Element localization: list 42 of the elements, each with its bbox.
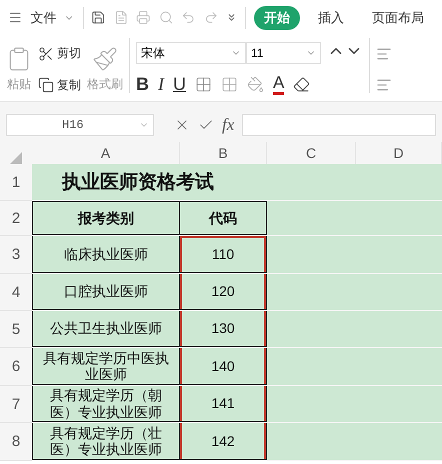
ribbon-tab[interactable]: 页面布局 [362, 6, 434, 30]
ribbon-tab[interactable]: 插入 [308, 6, 354, 30]
font-color-button[interactable]: A [273, 74, 284, 96]
bold-button[interactable]: B [136, 74, 149, 96]
table-cell: 110 [180, 236, 267, 273]
name-box[interactable]: H16 [6, 114, 154, 136]
document-icon[interactable] [114, 9, 128, 26]
align-icon[interactable] [376, 46, 392, 62]
eraser-icon[interactable] [293, 76, 310, 94]
table-cell: 具有规定学历中医执业医师 [32, 348, 180, 385]
cut-button[interactable]: 剪切 [38, 45, 81, 62]
scissors-icon [38, 46, 54, 62]
table-cell: 142 [180, 423, 267, 460]
fill-color-icon[interactable] [247, 76, 264, 94]
font-size-field[interactable]: 11 [246, 42, 321, 64]
formula-field[interactable] [242, 114, 436, 136]
column-heading: 报考类别 [32, 201, 180, 235]
table-title: 执业医师资格考试 [32, 164, 442, 200]
borders-icon[interactable] [195, 76, 212, 94]
table-cell: 具有规定学历（朝医）专业执业医师 [32, 386, 180, 422]
copy-button[interactable]: 复制 [38, 76, 81, 94]
file-menu[interactable]: 文件 [30, 8, 56, 26]
italic-button[interactable]: I [158, 74, 164, 96]
printer-icon[interactable] [136, 9, 151, 26]
align-icon[interactable] [376, 77, 392, 94]
underline-button[interactable]: U [173, 74, 186, 96]
table-cell: 141 [180, 386, 267, 422]
table-cell: 120 [180, 274, 267, 310]
select-all-icon[interactable] [10, 152, 22, 164]
table-cell: 口腔执业医师 [32, 274, 180, 310]
table-cell: 130 [180, 311, 267, 347]
copy-icon [38, 77, 54, 94]
insert-function-button[interactable]: fx [222, 115, 234, 135]
table-cell: 140 [180, 348, 267, 385]
table-cell: 公共卫生执业医师 [32, 311, 180, 347]
save-icon[interactable] [91, 9, 106, 26]
font-name-field[interactable]: 宋体 [136, 42, 246, 64]
table-cell: 临床执业医师 [32, 236, 180, 273]
brush-icon [92, 46, 118, 72]
preview-icon[interactable] [158, 9, 174, 26]
table-cell: 具有规定学历（壮医）专业执业医师 [32, 423, 180, 460]
column-heading: 代码 [180, 201, 267, 235]
